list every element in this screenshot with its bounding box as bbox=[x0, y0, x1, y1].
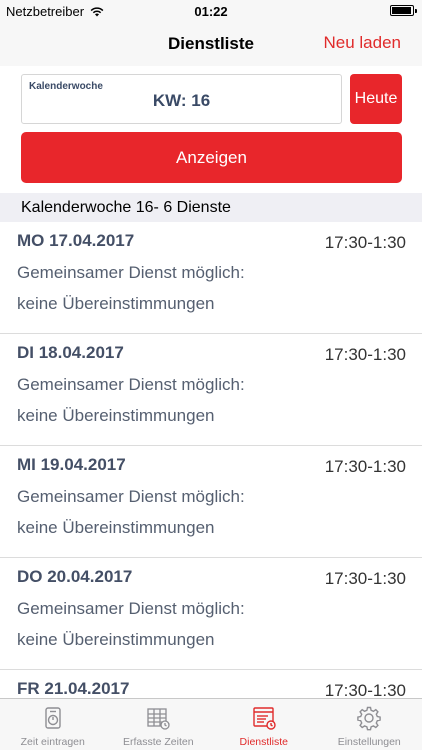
gear-icon bbox=[356, 705, 382, 731]
shift-time: 17:30-1:30 bbox=[324, 345, 406, 364]
list-item[interactable]: MO 17.04.2017 17:30-1:30 Gemeinsamer Die… bbox=[0, 222, 422, 334]
navigation-bar: Dienstliste Neu laden bbox=[0, 22, 422, 66]
tab-label: Dienstliste bbox=[239, 736, 288, 748]
shared-shift-matches: keine Übereinstimmungen bbox=[17, 294, 215, 313]
shared-shift-label: Gemeinsamer Dienst möglich: bbox=[17, 375, 245, 394]
tab-zeit-eintragen[interactable]: Zeit eintragen bbox=[0, 699, 106, 750]
table-clock-icon bbox=[145, 705, 171, 731]
stopwatch-icon bbox=[40, 705, 66, 731]
shared-shift-label: Gemeinsamer Dienst möglich: bbox=[17, 263, 245, 282]
battery-icon bbox=[390, 5, 417, 16]
shift-date: DO 20.04.2017 bbox=[17, 567, 133, 586]
shared-shift-matches: keine Übereinstimmungen bbox=[17, 406, 215, 425]
list-item[interactable]: DO 20.04.2017 17:30-1:30 Gemeinsamer Die… bbox=[0, 558, 422, 670]
shift-time: 17:30-1:30 bbox=[324, 233, 406, 252]
tab-dienstliste[interactable]: Dienstliste bbox=[211, 699, 317, 750]
shift-list[interactable]: MO 17.04.2017 17:30-1:30 Gemeinsamer Die… bbox=[0, 222, 422, 698]
shift-time: 17:30-1:30 bbox=[324, 681, 406, 698]
shared-shift-matches: keine Übereinstimmungen bbox=[17, 630, 215, 649]
shared-shift-matches: keine Übereinstimmungen bbox=[17, 518, 215, 537]
shift-date: MI 19.04.2017 bbox=[17, 455, 126, 474]
section-header: Kalenderwoche 16- 6 Dienste bbox=[0, 193, 422, 222]
status-bar: Netzbetreiber 01:22 bbox=[0, 0, 422, 22]
tab-label: Zeit eintragen bbox=[20, 736, 85, 748]
shared-shift-label: Gemeinsamer Dienst möglich: bbox=[17, 599, 245, 618]
shift-time: 17:30-1:30 bbox=[324, 569, 406, 588]
list-clock-icon bbox=[251, 705, 277, 731]
show-button[interactable]: Anzeigen bbox=[21, 132, 402, 183]
list-item[interactable]: DI 18.04.2017 17:30-1:30 Gemeinsamer Die… bbox=[0, 334, 422, 446]
shift-time: 17:30-1:30 bbox=[324, 457, 406, 476]
tab-erfasste-zeiten[interactable]: Erfasste Zeiten bbox=[106, 699, 212, 750]
shift-date: MO 17.04.2017 bbox=[17, 231, 135, 250]
week-picker-value: KW: 16 bbox=[152, 91, 211, 110]
list-item[interactable]: FR 21.04.2017 17:30-1:30 bbox=[0, 670, 422, 698]
status-time: 01:22 bbox=[194, 4, 228, 19]
list-item[interactable]: MI 19.04.2017 17:30-1:30 Gemeinsamer Die… bbox=[0, 446, 422, 558]
tab-bar: Zeit eintragen Erfasste Zeiten Dienstlis… bbox=[0, 698, 422, 750]
tab-label: Einstellungen bbox=[337, 736, 401, 748]
tab-label: Erfasste Zeiten bbox=[122, 736, 194, 748]
section-header-text: Kalenderwoche 16- 6 Dienste bbox=[21, 199, 231, 216]
shift-date: DI 18.04.2017 bbox=[17, 343, 124, 362]
today-button[interactable]: Heute bbox=[350, 74, 402, 124]
shift-date: FR 21.04.2017 bbox=[17, 679, 130, 698]
reload-button[interactable]: Neu laden bbox=[323, 33, 401, 53]
shared-shift-label: Gemeinsamer Dienst möglich: bbox=[17, 487, 245, 506]
week-picker-field[interactable]: Kalenderwoche KW: 16 bbox=[21, 74, 342, 124]
tab-einstellungen[interactable]: Einstellungen bbox=[317, 699, 422, 750]
